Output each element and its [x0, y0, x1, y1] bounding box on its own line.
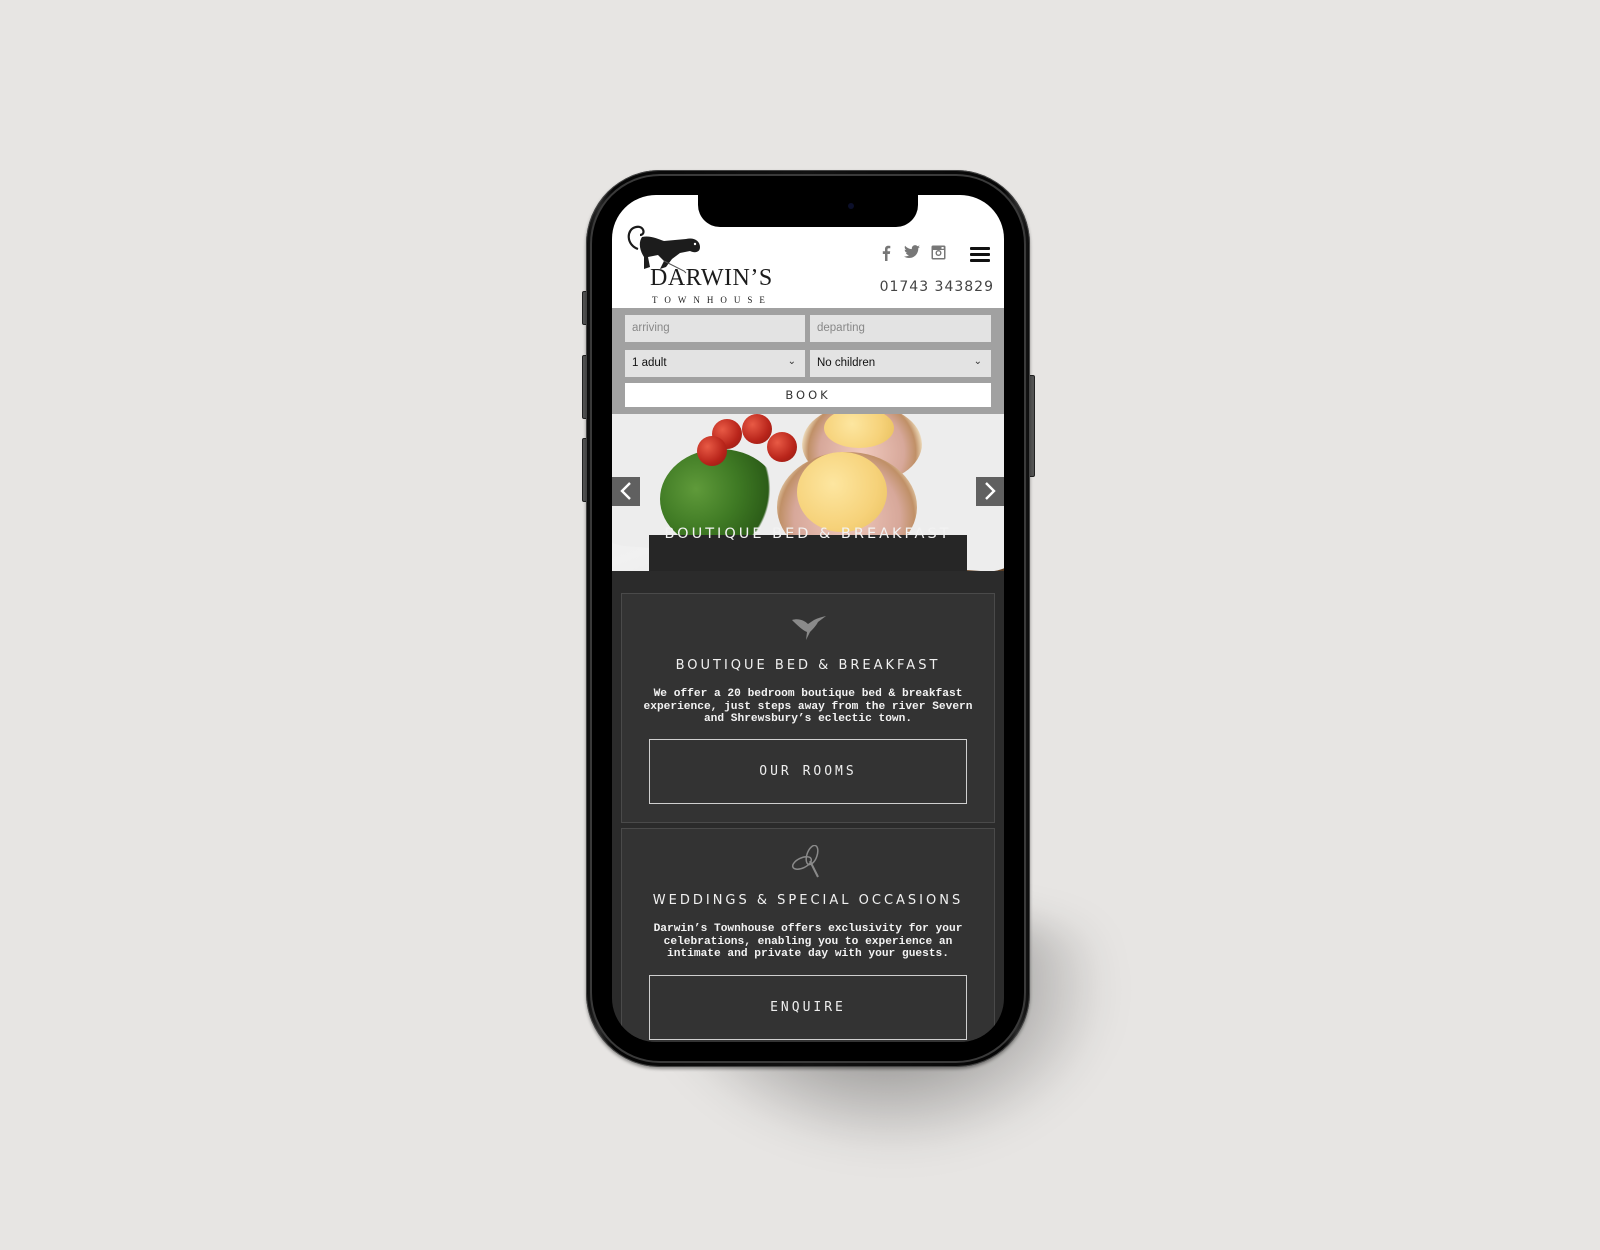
brand-subtitle: TOWNHOUSE: [652, 295, 772, 305]
instagram-icon[interactable]: [930, 245, 946, 261]
hero-carousel: [612, 414, 1004, 571]
card-title: WEDDINGS & SPECIAL OCCASIONS: [652, 893, 964, 908]
hamburger-menu-icon[interactable]: [970, 247, 990, 262]
departing-input[interactable]: departing: [810, 315, 991, 342]
phone-number[interactable]: 01743 343829: [880, 279, 994, 295]
card-body: Darwin’s Townhouse offers exclusivity fo…: [653, 923, 963, 961]
card-body: We offer a 20 bedroom boutique bed & bre…: [643, 688, 973, 726]
hummingbird-icon: [622, 610, 994, 644]
slide-image-tomato: [697, 436, 727, 466]
twitter-icon[interactable]: [904, 245, 920, 261]
social-links: [878, 245, 946, 261]
phone-notch: [698, 195, 918, 227]
adults-select-value: 1 adult: [632, 357, 667, 369]
children-select[interactable]: No children ⌄: [810, 350, 991, 377]
adults-select[interactable]: 1 adult ⌄: [625, 350, 805, 377]
camera-icon: [848, 203, 854, 209]
chevron-down-icon: ⌄: [973, 356, 982, 367]
slide-image-sauce: [797, 452, 887, 532]
chevron-left-icon: [620, 482, 631, 500]
feature-card: WEDDINGS & SPECIAL OCCASIONS Darwin’s To…: [621, 828, 995, 1042]
book-button[interactable]: BOOK: [625, 383, 991, 407]
children-select-value: No children: [817, 357, 876, 369]
carousel-prev-button[interactable]: [612, 477, 640, 506]
card-title: BOUTIQUE BED & BREAKFAST: [675, 658, 941, 673]
phone-screen: DARWIN’S TOWNHOUSE 01743 343829 arriving…: [612, 195, 1004, 1042]
enquire-button[interactable]: ENQUIRE: [649, 975, 967, 1040]
chevron-down-icon: ⌄: [787, 356, 796, 367]
feature-card: BOUTIQUE BED & BREAKFAST We offer a 20 b…: [621, 593, 995, 823]
facebook-icon[interactable]: [878, 245, 894, 261]
carousel-caption: BOUTIQUE BED & BREAKFAST: [664, 526, 952, 542]
slide-image-tomato: [767, 432, 797, 462]
carousel-next-button[interactable]: [976, 477, 1004, 506]
logo[interactable]: DARWIN’S TOWNHOUSE: [624, 223, 784, 305]
our-rooms-button[interactable]: OUR ROOMS: [649, 739, 967, 804]
chevron-right-icon: [985, 482, 996, 500]
dragonfly-icon: [622, 844, 994, 879]
brand-name: DARWIN’S: [650, 265, 773, 291]
booking-form: arriving departing 1 adult ⌄ No children…: [612, 308, 1004, 414]
arriving-input[interactable]: arriving: [625, 315, 805, 342]
